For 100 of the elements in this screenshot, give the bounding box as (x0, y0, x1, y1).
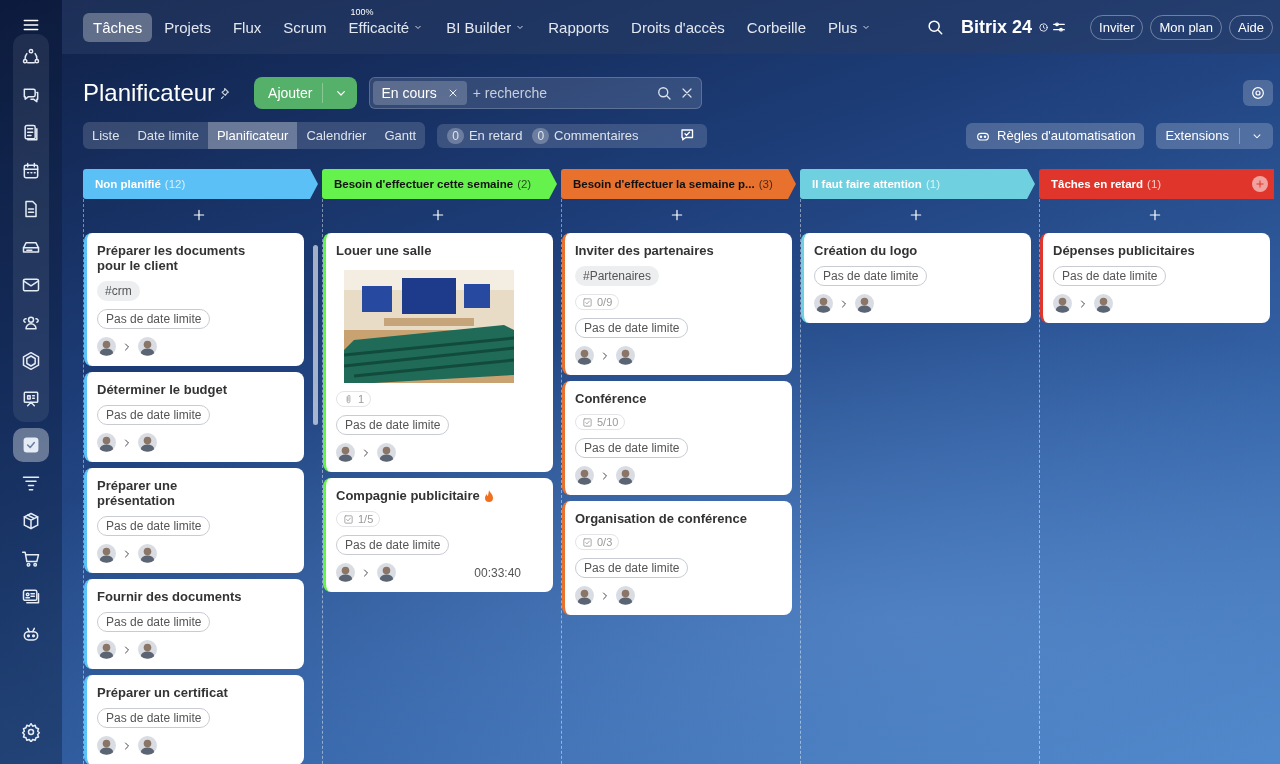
view-tab[interactable]: Calendrier (297, 122, 376, 149)
task-card[interactable]: Conférence 5/10 Pas de date limite (562, 381, 792, 495)
plus-icon (191, 207, 207, 223)
card-title: Organisation de conférence (575, 511, 747, 526)
avatar-icon (575, 466, 594, 485)
avatar-icon (138, 337, 157, 356)
share-icon (21, 47, 41, 67)
task-card[interactable]: Préparer un certificat Pas de date limite (84, 675, 304, 764)
card-title: Fournir des documents (97, 589, 242, 604)
tag[interactable]: #Partenaires (575, 266, 660, 286)
plus-icon (1254, 178, 1266, 190)
chat-icon (21, 85, 41, 105)
column-title: Besoin d'effectuer cette semaine (334, 178, 514, 190)
nav-tab[interactable]: BI Builder (436, 12, 537, 42)
contacts-icon (21, 313, 41, 333)
task-card[interactable]: Dépenses publicitaires Pas de date limite (1040, 233, 1270, 323)
timer: 00:33:40 (474, 565, 521, 580)
avatar-icon (616, 466, 635, 485)
column-count: (1) (1147, 178, 1162, 190)
avatar-icon (336, 563, 355, 582)
avatar-icon (855, 294, 874, 313)
avatar-icon (814, 294, 833, 313)
card-title: Préparer un certificat (97, 685, 228, 700)
card-title: Conférence (575, 391, 647, 406)
column-title: Tâches en retard (1051, 178, 1144, 190)
task-card[interactable]: Déterminer le budget Pas de date limite (84, 372, 304, 462)
column-count: (12) (164, 178, 186, 190)
search-field[interactable]: En cours + recherche (369, 77, 703, 109)
tag[interactable]: #crm (97, 281, 140, 301)
mail-icon (21, 275, 41, 295)
presentation-icon (21, 389, 41, 409)
plus-icon (430, 207, 446, 223)
avatar-icon (1053, 294, 1072, 313)
settings-icon (21, 722, 41, 742)
nav-tab[interactable]: Scrum (273, 12, 337, 42)
task-card[interactable]: Préparer les documents pour le client #crm Pas de date limite (84, 233, 304, 366)
settings-icon (1250, 85, 1266, 101)
avatar-icon (138, 433, 157, 452)
task-card[interactable]: Création du logo Pas de date limite (801, 233, 1031, 323)
view-tab[interactable]: Date limite (128, 122, 208, 149)
nav-tab[interactable]: Tâches (83, 12, 153, 42)
avatar-icon (377, 563, 396, 582)
task-card[interactable]: Louer une salle 1 Pas de date limite (323, 233, 553, 472)
avatar-icon (616, 586, 635, 605)
nav-tab[interactable]: Droits d'accès (621, 12, 735, 42)
card-title: Déterminer le budget (97, 382, 228, 397)
filter-chip[interactable]: En cours (373, 81, 467, 105)
nav-tab[interactable]: Projets (154, 12, 221, 42)
column-title: Non planifié (95, 178, 161, 190)
extensions-button[interactable]: Extensions (1156, 122, 1273, 149)
card-title: Création du logo (814, 243, 918, 258)
plus-icon (908, 207, 924, 223)
task-icon (21, 435, 41, 455)
counter-filter[interactable]: 0 En retard (447, 127, 523, 144)
view-tab[interactable]: Gantt (375, 122, 426, 149)
automation-button[interactable]: Règles d'automatisation (966, 122, 1145, 149)
avatar-icon (616, 346, 635, 365)
card-title: Louer une salle (336, 243, 432, 258)
avatar-icon (377, 443, 396, 462)
checklist-icon (582, 296, 593, 308)
id-card-icon (21, 587, 41, 607)
settings-button[interactable] (1243, 80, 1273, 106)
scrollbar[interactable] (313, 245, 318, 425)
funnel-icon (21, 473, 41, 493)
card-title: Préparer une présentation (97, 478, 179, 508)
hexagon-icon (21, 351, 41, 371)
logo: Bitrix 24 (961, 16, 1033, 38)
checklist-icon (582, 416, 593, 428)
task-card[interactable]: Compagnie publicitaire 1/5 Pas de date limite 00:33:40 (323, 478, 553, 592)
avatar-icon (97, 736, 116, 755)
avatar-icon (138, 544, 157, 563)
nav-tab[interactable]: Corbeille (736, 12, 817, 42)
plus-icon (669, 207, 685, 223)
percent-label: 100% (350, 6, 374, 17)
column-count: (2) (517, 178, 532, 190)
task-card[interactable]: Préparer une présentation Pas de date limite (84, 468, 304, 573)
task-card[interactable]: Fournir des documents Pas de date limite (84, 579, 304, 669)
checklist-icon (343, 513, 354, 525)
sidebar-item[interactable] (13, 428, 49, 462)
view-tab[interactable]: Planificateur (207, 122, 298, 149)
column-count: (1) (925, 178, 940, 190)
checklist-icon (582, 536, 593, 548)
nav-tab[interactable]: Rapports (538, 12, 620, 42)
view-tab[interactable]: Liste (83, 122, 129, 149)
avatar-icon (1094, 294, 1113, 313)
card-title: Inviter des partenaires (575, 243, 714, 258)
avatar-icon (575, 586, 594, 605)
avatar-icon (97, 433, 116, 452)
paperclip-icon (343, 393, 354, 405)
avatar-icon (138, 736, 157, 755)
clock-icon (1038, 21, 1050, 33)
task-card[interactable]: Organisation de conférence 0/3 Pas de date limite (562, 501, 792, 615)
avatar-icon (575, 346, 594, 365)
page-title: Planificateur (83, 79, 216, 107)
avatar-icon (336, 443, 355, 462)
nav-tab[interactable]: Plus (818, 12, 883, 42)
avatar-icon (97, 544, 116, 563)
task-card[interactable]: Inviter des partenaires #Partenaires 0/9 Pas de date limite (562, 233, 792, 375)
nav-tab[interactable]: Flux (222, 12, 272, 42)
counter-filter[interactable]: 0 Commentaires (532, 127, 639, 144)
